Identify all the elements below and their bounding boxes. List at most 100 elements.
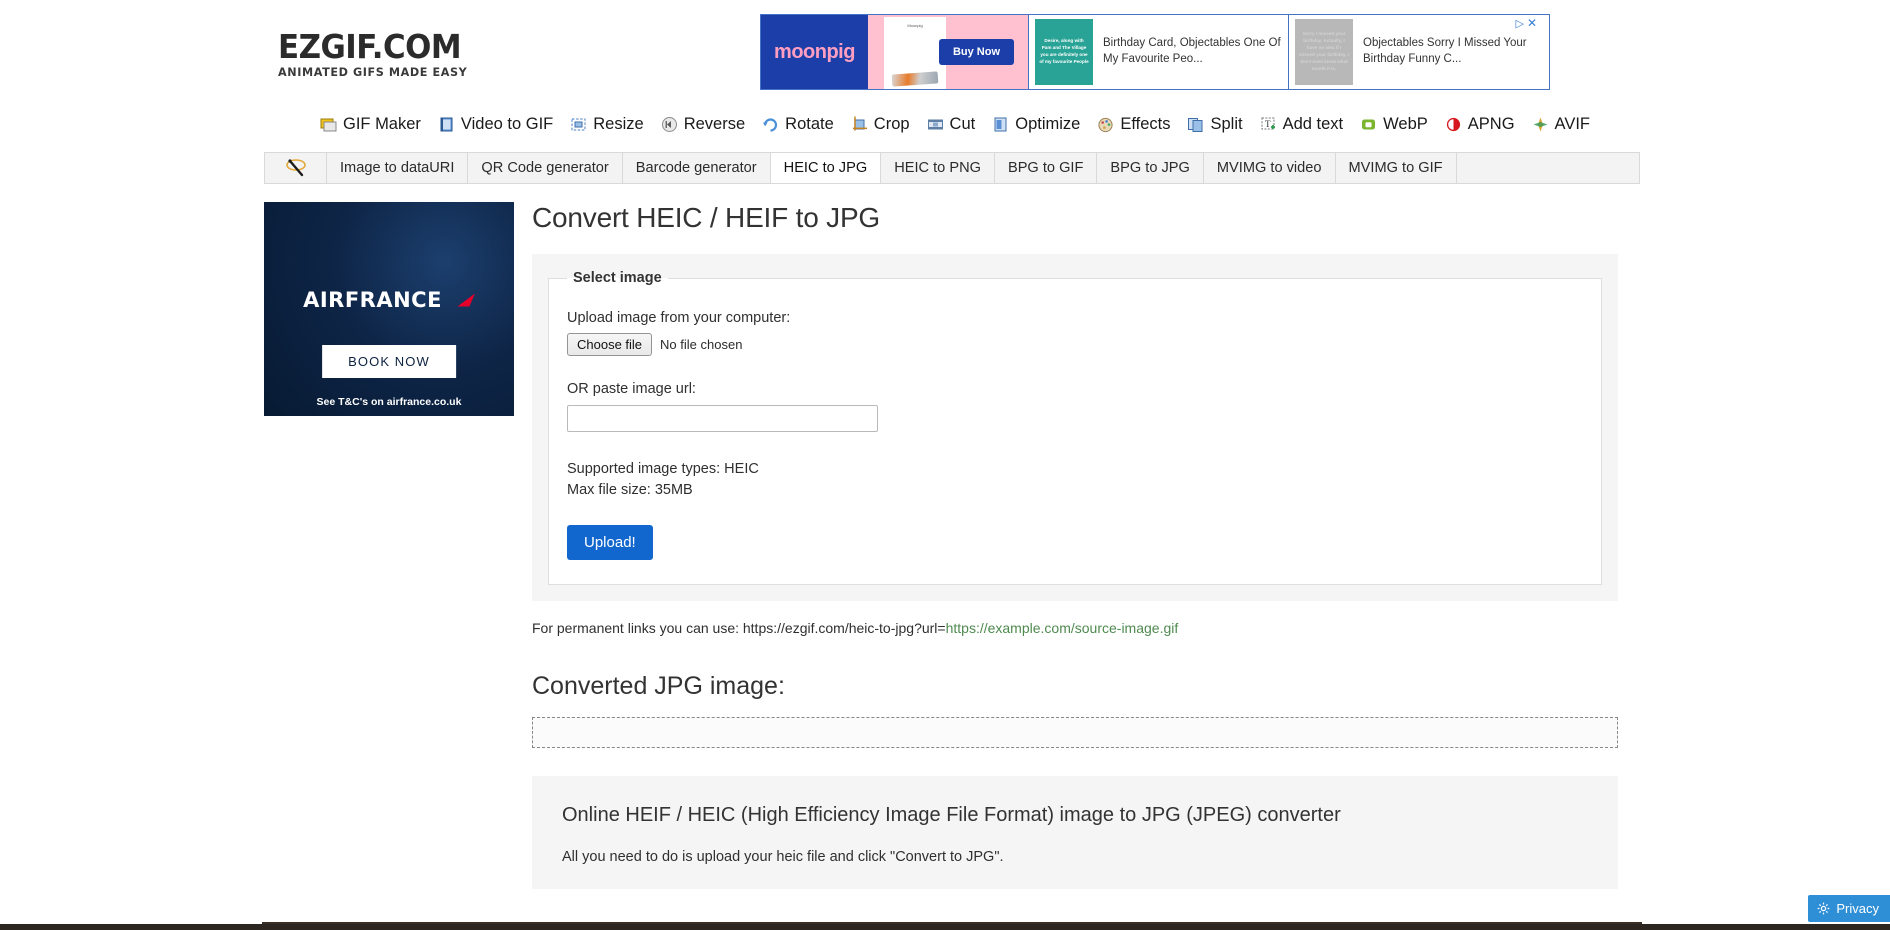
ad-slot-objectables[interactable]: Sorry I missed your birthday. Actually, …	[1289, 15, 1549, 89]
nav-item-video-to-gif[interactable]: Video to GIF	[438, 115, 553, 134]
resize-icon	[570, 116, 587, 133]
gear-icon	[1818, 902, 1830, 915]
buy-now-button[interactable]: Buy Now	[938, 39, 1014, 65]
nav-label: Crop	[873, 114, 910, 133]
subtab-label: MVIMG to GIF	[1348, 160, 1443, 176]
video-to-gif-icon	[438, 116, 455, 133]
svg-text:T: T	[1265, 119, 1271, 129]
permanent-links-url[interactable]: https://example.com/source-image.gif	[946, 620, 1179, 636]
nav-label: Rotate	[785, 114, 834, 133]
moonpig-card-thumb: Moonpig	[884, 17, 946, 89]
image-url-input[interactable]	[567, 405, 878, 432]
fieldset-legend: Select image	[573, 270, 662, 286]
top-ad-banner[interactable]: moonpig Moonpig Buy Now Desire, along wi…	[760, 14, 1550, 90]
nav-item-crop[interactable]: Crop	[851, 115, 910, 134]
upload-button[interactable]: Upload!	[567, 525, 653, 561]
airfrance-wordmark: AIRFRANCE	[303, 288, 442, 312]
webp-icon	[1360, 116, 1377, 133]
nav-item-resize[interactable]: Resize	[570, 114, 644, 134]
moonpig-card-art	[891, 71, 939, 87]
main-navigation: GIF Maker Video to GIF Resize Reverse Ro…	[262, 108, 1642, 140]
sidebar-column: AIRFRANCE BOOK NOW See T&C's on airfranc…	[262, 202, 532, 889]
avif-icon	[1532, 116, 1549, 133]
select-image-fieldset: Select image Upload image from your comp…	[548, 270, 1602, 586]
nav-item-gif-maker[interactable]: GIF Maker	[320, 115, 421, 134]
rotate-icon	[762, 116, 779, 133]
logo-wordmark: EZGIF.COM	[278, 27, 462, 66]
nav-label: Add text	[1282, 114, 1344, 133]
subtab-image-to-datauri[interactable]: Image to dataURI	[327, 153, 469, 183]
ad-controls[interactable]: ▷ ✕	[1515, 16, 1537, 30]
nav-label: AVIF	[1554, 114, 1590, 133]
subtab-barcode-generator[interactable]: Barcode generator	[623, 153, 771, 183]
subtab-mvimg-to-gif[interactable]: MVIMG to GIF	[1336, 153, 1457, 183]
ad-thumbnail: Sorry I missed your birthday. Actually, …	[1295, 19, 1353, 85]
nav-label: Resize	[593, 114, 644, 133]
nav-label: Reverse	[683, 114, 746, 133]
nav-label: APNG	[1467, 114, 1515, 133]
ad-copy-text: Objectables Sorry I Missed Your Birthday…	[1363, 37, 1527, 65]
subtab-bpg-to-jpg[interactable]: BPG to JPG	[1097, 153, 1204, 183]
sidebar-ad-airfrance[interactable]: AIRFRANCE BOOK NOW See T&C's on airfranc…	[264, 202, 514, 416]
subtab-label: Image to dataURI	[340, 160, 455, 176]
supported-info: Supported image types: HEIC Max file siz…	[567, 459, 1583, 501]
close-icon[interactable]: ✕	[1527, 16, 1537, 30]
subtab-label: Barcode generator	[635, 160, 757, 176]
subtab-label: HEIC to PNG	[894, 160, 981, 176]
privacy-badge[interactable]: Privacy	[1808, 895, 1890, 922]
cut-icon	[927, 116, 944, 133]
magic-wand-icon[interactable]	[265, 153, 327, 183]
reverse-icon	[661, 116, 678, 133]
info-panel: Online HEIF / HEIC (High Efficiency Imag…	[532, 776, 1618, 890]
ad-slot-moonpig[interactable]: moonpig Moonpig Buy Now	[761, 15, 1029, 89]
converted-image-title: Converted JPG image:	[532, 672, 785, 701]
subtab-mvimg-to-video[interactable]: MVIMG to video	[1204, 153, 1336, 183]
subtab-qr-code-generator[interactable]: QR Code generator	[468, 153, 623, 183]
airfrance-swoosh-icon	[457, 293, 475, 307]
max-file-size-text: Max file size: 35MB	[567, 482, 693, 499]
nav-item-optimize[interactable]: Optimize	[992, 115, 1080, 134]
nav-item-reverse[interactable]: Reverse	[661, 115, 745, 134]
site-logo[interactable]: EZGIF.COM ANIMATED GIFS MADE EASY	[278, 30, 578, 79]
subtab-label: MVIMG to video	[1216, 160, 1322, 176]
nav-item-webp[interactable]: WebP	[1360, 115, 1428, 134]
nav-item-cut[interactable]: Cut	[927, 114, 976, 134]
subtab-heic-to-png[interactable]: HEIC to PNG	[881, 153, 995, 183]
subtab-heic-to-jpg[interactable]: HEIC to JPG	[770, 153, 882, 183]
effects-icon	[1097, 116, 1114, 133]
apng-icon	[1445, 116, 1462, 133]
crop-icon	[851, 116, 868, 133]
privacy-label: Privacy	[1836, 901, 1879, 916]
permanent-links-prefix: For permanent links you can use: https:/…	[532, 620, 946, 637]
nav-item-avif[interactable]: AVIF	[1532, 115, 1590, 134]
info-paragraph: All you need to do is upload your heic f…	[562, 849, 1004, 866]
ad-thumbnail: Desire, along with Pam and The Village y…	[1035, 19, 1093, 85]
subtab-bpg-to-gif[interactable]: BPG to GIF	[995, 153, 1098, 183]
choose-file-button[interactable]: Choose file	[567, 333, 653, 356]
nav-item-split[interactable]: Split	[1187, 115, 1243, 134]
converted-image-result-box	[532, 717, 1618, 749]
nav-label: Optimize	[1015, 114, 1081, 133]
ad-slot-birthday-card[interactable]: Desire, along with Pam and The Village y…	[1029, 15, 1289, 89]
upload-label: Upload image from your computer:	[567, 310, 791, 326]
ad-thumbnail-text: Sorry I missed your birthday. Actually, …	[1299, 31, 1349, 71]
page-title: Convert HEIC / HEIF to JPG	[532, 202, 880, 233]
site-header: EZGIF.COM ANIMATED GIFS MADE EASY moonpi…	[262, 0, 1642, 108]
nav-label: Cut	[949, 114, 976, 133]
right-gutter	[1642, 0, 1890, 930]
page-container: EZGIF.COM ANIMATED GIFS MADE EASY moonpi…	[262, 0, 1642, 930]
adchoices-icon[interactable]: ▷	[1515, 17, 1523, 30]
content-area: AIRFRANCE BOOK NOW See T&C's on airfranc…	[262, 202, 1642, 890]
nav-item-apng[interactable]: APNG	[1445, 115, 1515, 134]
nav-item-add-text[interactable]: T Add text	[1260, 114, 1344, 134]
left-gutter	[0, 0, 262, 930]
url-label: OR paste image url:	[567, 381, 696, 397]
nav-item-effects[interactable]: Effects	[1097, 115, 1170, 134]
subtab-label: HEIC to JPG	[783, 160, 868, 176]
nav-item-rotate[interactable]: Rotate	[762, 115, 834, 134]
ad-thumbnail-text: Desire, along with Pam and The Village y…	[1039, 38, 1089, 64]
nav-label: Effects	[1120, 114, 1171, 133]
airfrance-logo: AIRFRANCE	[303, 288, 475, 312]
window-bottom-strip	[0, 924, 1890, 930]
book-now-button[interactable]: BOOK NOW	[322, 345, 456, 378]
